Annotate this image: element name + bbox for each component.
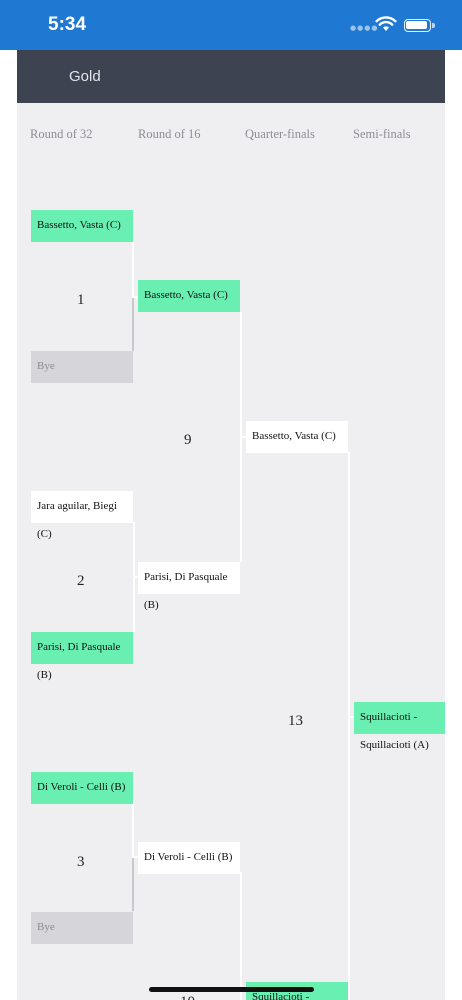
- status-time: 5:34: [48, 14, 87, 35]
- team-name: Di Veroli - Celli (B): [37, 781, 126, 793]
- bracket-page[interactable]: Gold Round of 32 Round of 16 Quarter-fin…: [17, 50, 445, 1000]
- match-number: 3: [77, 854, 85, 870]
- team-name-continued: Squillacioti (A): [360, 739, 429, 751]
- r32-m2-top-slot[interactable]: Jara aguilar, Biegi: [31, 491, 133, 523]
- battery-icon: [404, 19, 435, 32]
- team-name-continued: (B): [37, 669, 52, 681]
- r16-m9-top-slot[interactable]: Bassetto, Vasta (C): [138, 280, 240, 312]
- match-number: 2: [77, 573, 85, 589]
- connector-line: [348, 452, 350, 1000]
- team-name: Bassetto, Vasta (C): [252, 430, 336, 442]
- r32-m2-bottom-slot[interactable]: Parisi, Di Pasquale: [31, 632, 133, 664]
- r32-m1-top-slot[interactable]: Bassetto, Vasta (C): [31, 210, 133, 242]
- team-name: Squillacioti -: [360, 711, 418, 723]
- team-name: Jara aguilar, Biegi: [37, 500, 117, 512]
- team-name: Bassetto, Vasta (C): [144, 289, 228, 301]
- match-number: 13: [288, 713, 303, 729]
- match-number: 1: [77, 292, 85, 308]
- r16-m9-bottom-slot[interactable]: Parisi, Di Pasquale: [138, 562, 240, 594]
- home-indicator[interactable]: [149, 987, 314, 992]
- round-label-sf: Semi-finals: [353, 127, 411, 141]
- match-number: 10: [180, 994, 195, 1000]
- connector-line: [132, 858, 134, 911]
- round-label-32: Round of 32: [30, 127, 93, 141]
- connector-line: [240, 872, 242, 1000]
- connector-line: [132, 298, 134, 351]
- team-name: Parisi, Di Pasquale: [144, 571, 228, 583]
- r32-m3-bye-slot: Bye: [31, 912, 133, 944]
- round-label-16: Round of 16: [138, 127, 201, 141]
- team-name: Parisi, Di Pasquale: [37, 641, 121, 653]
- team-name-continued: (C): [37, 528, 52, 540]
- r32-m3-top-slot[interactable]: Di Veroli - Celli (B): [31, 772, 133, 804]
- bye-label: Bye: [37, 360, 55, 372]
- sf-top-slot[interactable]: Squillacioti -: [354, 702, 445, 734]
- r32-m1-bye-slot: Bye: [31, 351, 133, 383]
- team-name: Squillacioti -: [252, 991, 310, 1000]
- team-name: Di Veroli - Celli (B): [144, 851, 233, 863]
- qf-m13-top-slot[interactable]: Bassetto, Vasta (C): [246, 421, 348, 453]
- page-title: Gold: [69, 68, 101, 85]
- r16-m10-top-slot[interactable]: Di Veroli - Celli (B): [138, 842, 240, 874]
- team-name: Bassetto, Vasta (C): [37, 219, 121, 231]
- bye-label: Bye: [37, 921, 55, 933]
- wifi-icon: [375, 16, 397, 31]
- header-bar: Gold: [17, 50, 445, 103]
- round-label-qf: Quarter-finals: [245, 127, 315, 141]
- team-name-continued: (B): [144, 599, 159, 611]
- match-number: 9: [184, 432, 192, 448]
- status-bar: 5:34 ●●●●: [0, 0, 462, 50]
